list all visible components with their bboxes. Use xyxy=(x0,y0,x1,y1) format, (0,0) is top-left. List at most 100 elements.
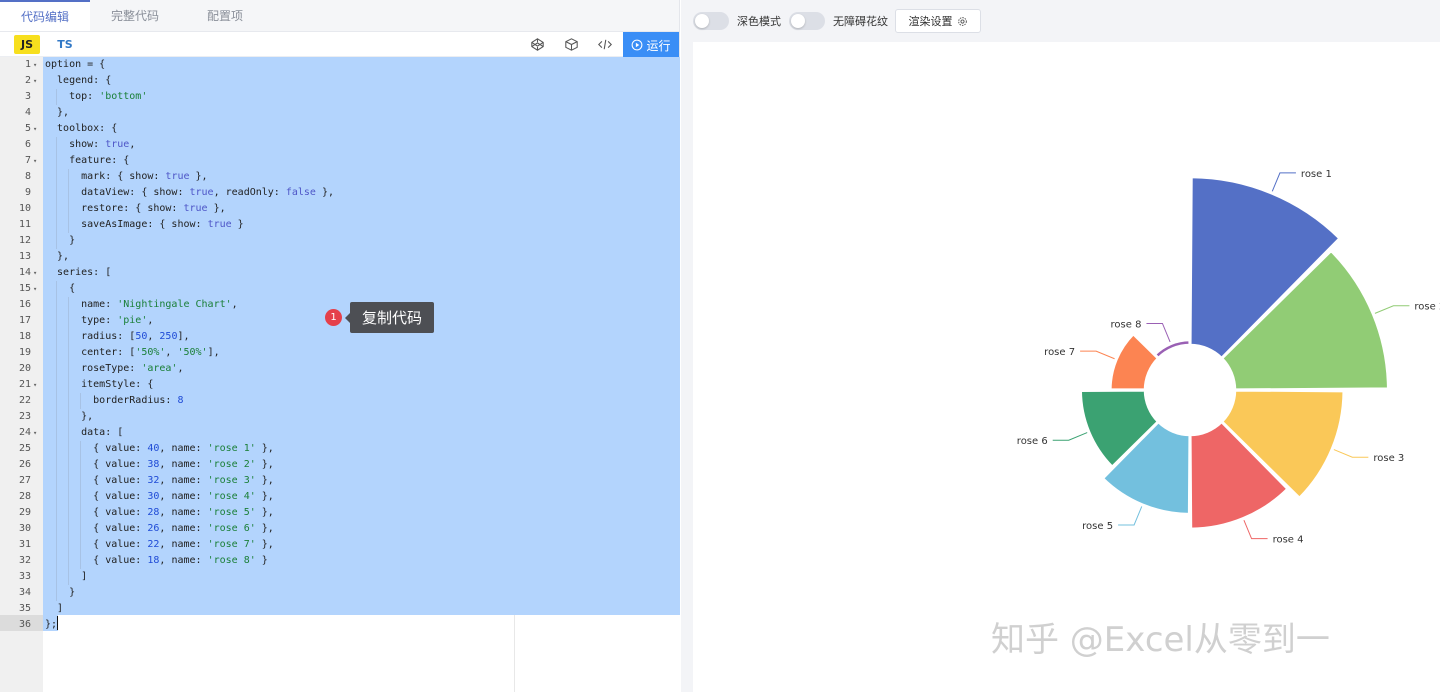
code-editor[interactable]: 1 ▾ option = {2 ▾ legend: {3 top: 'bottom' 4… xyxy=(0,57,680,692)
code-line: 25 { value: 40, name: 'rose 1' }, xyxy=(0,441,680,457)
label-line xyxy=(1118,506,1143,526)
label-line xyxy=(1333,449,1369,458)
line-number: 35 xyxy=(18,603,31,614)
fold-toggle-icon[interactable]: ▾ xyxy=(33,265,37,281)
slice-label: rose 1 xyxy=(1301,169,1332,180)
code-text: option = { xyxy=(45,59,106,70)
code-text: }, xyxy=(45,251,70,262)
code-line: 23 }, xyxy=(0,409,680,425)
line-number: 26 xyxy=(18,459,31,470)
code-text: legend: { xyxy=(45,75,112,86)
line-number: 34 xyxy=(18,587,31,598)
fold-toggle-icon[interactable]: ▾ xyxy=(33,153,37,169)
code-line: 36}; xyxy=(0,617,680,633)
code-line: 11 saveAsImage: { show: true } xyxy=(0,217,680,233)
fold-toggle-icon[interactable]: ▾ xyxy=(33,377,37,393)
code-line: 9 dataView: { show: true, readOnly: fals… xyxy=(0,185,680,201)
gear-icon xyxy=(957,16,967,26)
code-line: 13 }, xyxy=(0,249,680,265)
decal-label: 无障碍花纹 xyxy=(833,15,888,28)
code-text: { value: 28, name: 'rose 5' }, xyxy=(45,507,274,518)
code-line: 29 { value: 28, name: 'rose 5' }, xyxy=(0,505,680,521)
app-window: 代码编辑 完整代码 配置项 JS TS 运行 1 ▾ option = {2 … xyxy=(0,0,1440,692)
nightingale-chart[interactable]: rose 1 rose 2 rose 3 rose 4 rose 5 rose 6 rose… xyxy=(693,42,1440,692)
label-line xyxy=(1080,350,1115,360)
lang-js-button[interactable]: JS xyxy=(14,35,40,54)
line-number: 28 xyxy=(18,491,31,502)
code-text: series: [ xyxy=(45,267,112,278)
code-text: { value: 30, name: 'rose 4' }, xyxy=(45,491,274,502)
code-text: }; xyxy=(45,619,58,630)
line-number: 13 xyxy=(18,251,31,262)
code-text: show: true, xyxy=(45,139,136,150)
code-text: { value: 40, name: 'rose 1' }, xyxy=(45,443,274,454)
label-line xyxy=(1374,305,1410,314)
line-number: 9 xyxy=(24,187,31,198)
line-number: 6 xyxy=(24,139,31,150)
editor-panel: 代码编辑 完整代码 配置项 JS TS 运行 1 ▾ option = {2 … xyxy=(0,0,680,692)
copy-code-tooltip[interactable]: 复制代码 xyxy=(345,302,434,333)
line-number: 8 xyxy=(24,171,31,182)
label-line xyxy=(1052,432,1088,441)
line-number: 12 xyxy=(18,235,31,246)
slice-label: rose 7 xyxy=(1044,347,1075,358)
fold-toggle-icon[interactable]: ▾ xyxy=(33,425,37,441)
tab-code-edit[interactable]: 代码编辑 xyxy=(0,0,90,31)
line-number: 17 xyxy=(18,315,31,326)
line-number: 21 xyxy=(18,379,31,390)
lang-ts-button[interactable]: TS xyxy=(52,35,78,54)
line-number: 5 xyxy=(24,123,31,134)
rose-slice-7[interactable] xyxy=(1109,332,1160,391)
code-icon[interactable] xyxy=(595,34,615,54)
tab-options[interactable]: 配置项 xyxy=(180,0,270,31)
code-line: 16 name: 'Nightingale Chart', xyxy=(0,297,680,313)
code-line: 20 roseType: 'area', xyxy=(0,361,680,377)
tab-full-code[interactable]: 完整代码 xyxy=(90,0,180,31)
fold-toggle-icon[interactable]: ▾ xyxy=(33,121,37,137)
line-number: 25 xyxy=(18,443,31,454)
code-line: 2 ▾ legend: { xyxy=(0,73,680,89)
code-line: 4 }, xyxy=(0,105,680,121)
run-label: 运行 xyxy=(646,38,671,53)
code-text: toolbox: { xyxy=(45,123,118,134)
label-line xyxy=(1271,172,1296,192)
fold-toggle-icon[interactable]: ▾ xyxy=(33,57,37,73)
code-text: roseType: 'area', xyxy=(45,363,184,374)
line-number: 22 xyxy=(18,395,31,406)
code-text: }, xyxy=(45,411,94,422)
code-text: { value: 38, name: 'rose 2' }, xyxy=(45,459,274,470)
code-text: } xyxy=(45,235,76,246)
rose-slice-8[interactable] xyxy=(1153,338,1191,360)
decal-toggle[interactable] xyxy=(789,12,825,30)
code-text: }, xyxy=(45,107,70,118)
chart-canvas[interactable]: rose 1 rose 2 rose 3 rose 4 rose 5 rose 6 rose… xyxy=(693,42,1440,692)
fold-toggle-icon[interactable]: ▾ xyxy=(33,73,37,89)
code-line: 19 center: ['50%', '50%'], xyxy=(0,345,680,361)
line-number: 7 xyxy=(24,155,31,166)
line-number: 15 xyxy=(18,283,31,294)
render-settings-button[interactable]: 渲染设置 xyxy=(895,9,981,33)
codepen-icon[interactable] xyxy=(527,34,547,54)
dark-mode-label: 深色模式 xyxy=(737,15,781,28)
line-number: 10 xyxy=(18,203,31,214)
line-number: 11 xyxy=(18,219,31,230)
run-button[interactable]: 运行 xyxy=(623,32,679,58)
play-circle-icon xyxy=(632,39,643,51)
fold-toggle-icon[interactable]: ▾ xyxy=(33,281,37,297)
code-line: 1 ▾ option = { xyxy=(0,57,680,73)
code-line: 7 ▾ feature: { xyxy=(0,153,680,169)
code-line: 27 { value: 32, name: 'rose 3' }, xyxy=(0,473,680,489)
line-number: 3 xyxy=(24,91,31,102)
code-line: 15 ▾ { xyxy=(0,281,680,297)
text-cursor xyxy=(57,616,58,630)
code-text: dataView: { show: true, readOnly: false … xyxy=(45,187,335,198)
code-line: 35 ] xyxy=(0,601,680,617)
code-text: name: 'Nightingale Chart', xyxy=(45,299,238,310)
code-line: 6 show: true, xyxy=(0,137,680,153)
code-line: 34 } xyxy=(0,585,680,601)
dark-mode-toggle[interactable] xyxy=(693,12,729,30)
line-number: 23 xyxy=(18,411,31,422)
cube-icon[interactable] xyxy=(561,34,581,54)
code-line: 26 { value: 38, name: 'rose 2' }, xyxy=(0,457,680,473)
watermark: 知乎 @Excel从零到一 xyxy=(991,620,1330,660)
